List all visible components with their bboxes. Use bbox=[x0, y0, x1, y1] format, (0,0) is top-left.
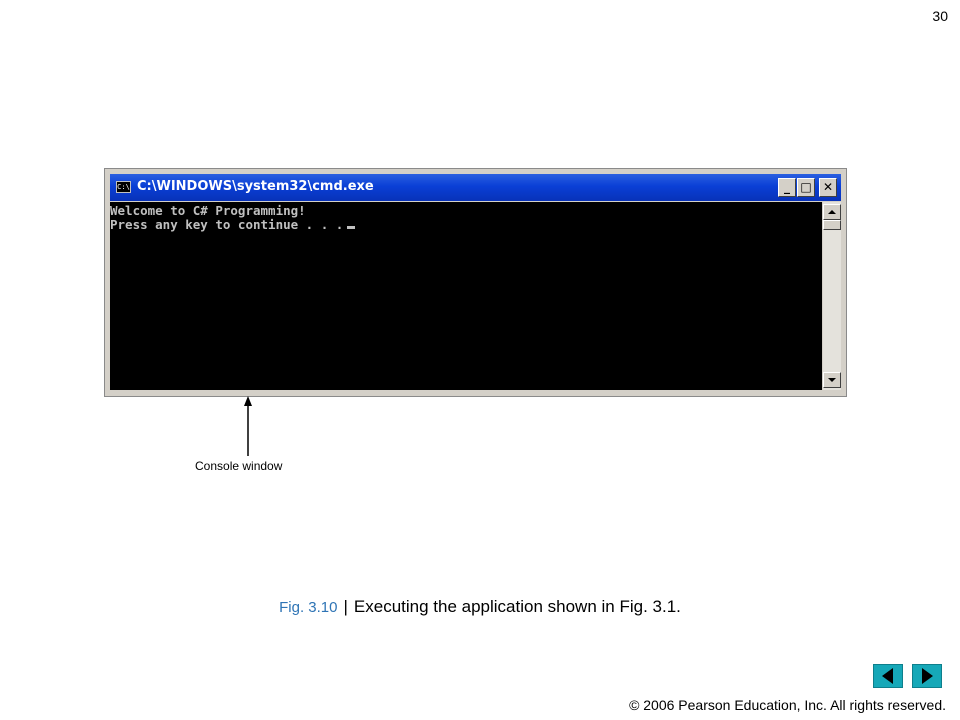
annotation-label: Console window bbox=[195, 459, 283, 473]
copyright-notice: © 2006 Pearson Education, Inc. All right… bbox=[629, 697, 946, 713]
console-window[interactable]: C:\ C:\WINDOWS\system32\cmd.exe _ □ ✕ We… bbox=[104, 168, 847, 397]
scroll-down-button[interactable] bbox=[823, 372, 841, 388]
close-button[interactable]: ✕ bbox=[819, 178, 837, 197]
previous-slide-button[interactable] bbox=[873, 664, 903, 688]
page-number: 30 bbox=[932, 8, 948, 24]
window-title: C:\WINDOWS\system32\cmd.exe bbox=[137, 179, 374, 194]
caption-text: Executing the application shown in Fig. … bbox=[353, 597, 681, 616]
figure-label: Fig. 3.10 bbox=[279, 599, 338, 616]
annotation-arrow-icon bbox=[244, 396, 252, 456]
maximize-button[interactable]: □ bbox=[797, 178, 815, 197]
minimize-button[interactable]: _ bbox=[778, 178, 796, 197]
next-slide-button[interactable] bbox=[912, 664, 942, 688]
console-line-with-cursor: Press any key to continue . . . bbox=[110, 218, 822, 232]
scroll-thumb[interactable] bbox=[823, 220, 841, 230]
arrow-down-icon bbox=[828, 378, 836, 382]
caption-separator: | bbox=[343, 597, 348, 616]
cmd-icon[interactable]: C:\ bbox=[116, 181, 131, 193]
triangle-right-icon bbox=[922, 668, 933, 684]
triangle-left-icon bbox=[882, 668, 893, 684]
window-titlebar[interactable]: C:\ C:\WINDOWS\system32\cmd.exe _ □ ✕ bbox=[110, 174, 841, 201]
arrow-up-icon bbox=[828, 210, 836, 214]
text-cursor bbox=[347, 226, 356, 229]
console-output[interactable]: Welcome to C# Programming! Press any key… bbox=[110, 202, 822, 390]
figure-caption: Fig. 3.10 | Executing the application show… bbox=[0, 597, 960, 617]
console-line: Press any key to continue . . . bbox=[110, 217, 344, 232]
scroll-up-button[interactable] bbox=[823, 204, 841, 220]
console-line: Welcome to C# Programming! bbox=[110, 203, 306, 218]
vertical-scrollbar[interactable] bbox=[823, 202, 841, 390]
